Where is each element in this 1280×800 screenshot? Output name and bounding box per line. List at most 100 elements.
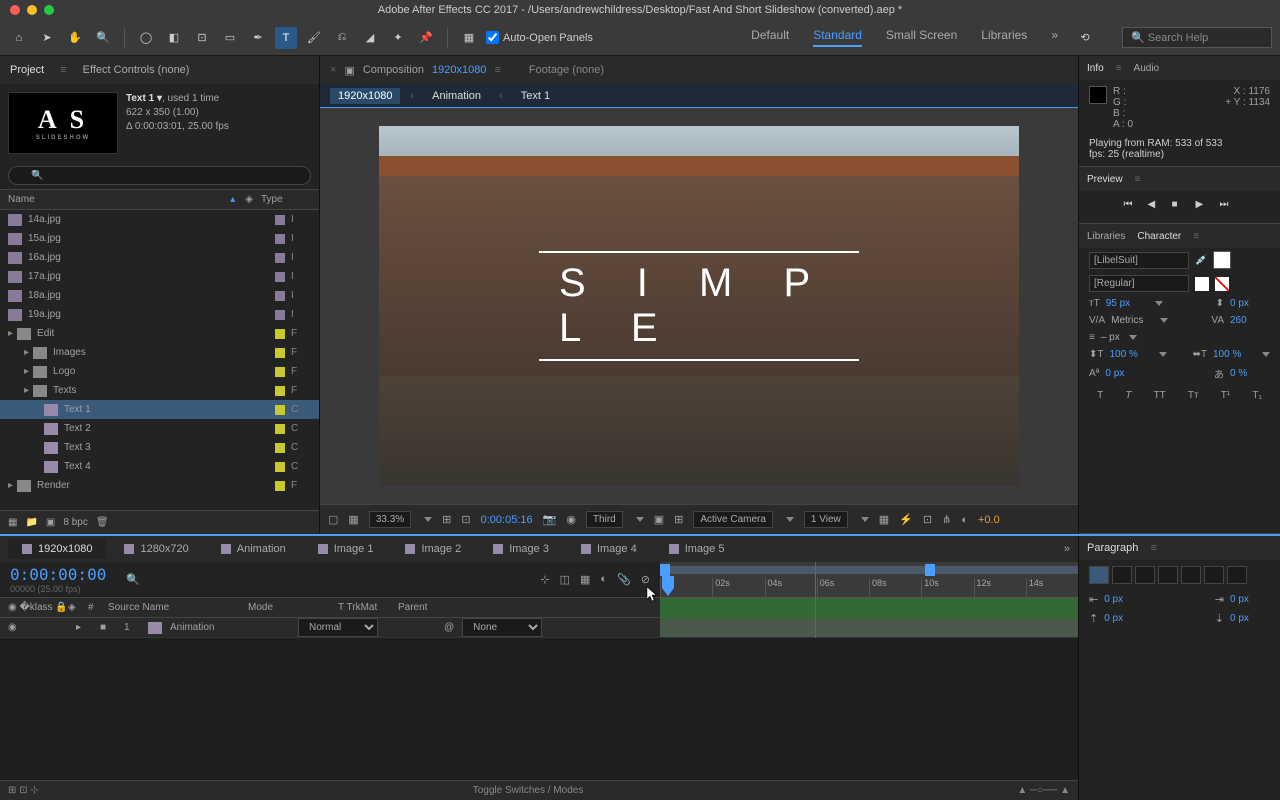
channels-icon[interactable]: ◉ [566,513,576,526]
layer-mode-select[interactable]: Normal [298,618,378,637]
play-icon[interactable]: ■ [1172,199,1188,215]
guides-icon[interactable]: ⊡ [461,513,470,526]
timeline-tab-Image-5[interactable]: Image 5 [655,539,739,559]
home-icon[interactable]: ⌂ [8,27,30,49]
asset-18a-jpg[interactable]: 18a.jpgI [0,286,319,305]
col-label-header[interactable]: ◈ [245,194,253,205]
maximize-window-button[interactable] [44,5,54,15]
comp-mini-flowchart-icon[interactable]: ⊹ [540,573,549,586]
fill-color-swatch[interactable] [1213,251,1231,269]
parent-pickwhip-icon[interactable]: @ [444,622,454,633]
rect-tool[interactable]: ▭ [219,27,241,49]
prev-frame-icon[interactable]: ◀ [1148,199,1164,215]
col-name-header[interactable]: Name [8,194,230,205]
delete-icon[interactable]: 🗑 [96,517,109,528]
workspace-libraries[interactable]: Libraries [981,28,1027,47]
ruler-icon[interactable]: ⊞ [442,513,451,526]
justify-last-left-icon[interactable] [1158,566,1178,584]
bc-1920x1080[interactable]: 1920x1080 [330,88,400,104]
snap-icon[interactable]: ▦ [458,27,480,49]
eraser-tool[interactable]: ◢ [359,27,381,49]
brush-tool[interactable]: 🖌 [303,27,325,49]
asset-Images[interactable]: ▸ImagesF [0,343,319,362]
asset-17a-jpg[interactable]: 17a.jpgI [0,267,319,286]
tab-paragraph[interactable]: Paragraph [1087,542,1138,554]
footage-tab[interactable]: Footage (none) [529,64,604,76]
motion-blur-icon[interactable]: ◐ [600,573,607,586]
asset-Text-3[interactable]: Text 3C [0,438,319,457]
selection-tool[interactable]: ➤ [36,27,58,49]
timeline-tab-Image-2[interactable]: Image 2 [391,539,475,559]
tracking-input[interactable]: 260 [1230,315,1270,326]
font-family-select[interactable] [1089,252,1189,269]
first-frame-icon[interactable]: ⏮ [1124,199,1140,215]
project-search-input[interactable] [8,166,311,185]
comp-name-link[interactable]: 1920x1080 [432,64,486,76]
stroke-color-swatch[interactable] [1195,277,1209,291]
grid-icon[interactable]: ⊞ [674,513,683,526]
asset-14a-jpg[interactable]: 14a.jpgI [0,210,319,229]
pixel-aspect-icon[interactable]: ▦ [879,513,889,526]
subscript-icon[interactable]: T₁ [1252,390,1261,401]
bc-text1[interactable]: Text 1 [513,88,558,104]
clone-tool[interactable]: ⎌ [331,27,353,49]
align-right-icon[interactable] [1135,566,1155,584]
transparency-icon[interactable]: ▦ [348,513,358,526]
roi-icon[interactable]: ▣ [654,513,664,526]
tab-audio[interactable]: Audio [1134,63,1160,74]
composition-viewer[interactable]: S I M P L E [320,108,1078,504]
font-style-select[interactable] [1089,275,1189,292]
timeline-icon[interactable]: ⊡ [923,513,932,526]
asset-list[interactable]: 14a.jpgI15a.jpgI16a.jpgI17a.jpgI18a.jpgI… [0,210,319,510]
workspace-overflow-icon[interactable]: » [1051,28,1058,47]
tab-preview[interactable]: Preview [1087,174,1123,185]
anchor-tool[interactable]: ⊡ [191,27,213,49]
pen-tool[interactable]: ✒ [247,27,269,49]
asset-16a-jpg[interactable]: 16a.jpgI [0,248,319,267]
no-color-icon[interactable] [1215,277,1229,291]
vscale-input[interactable]: 100 % [1110,349,1150,360]
search-help-input[interactable]: 🔍 Search Help [1122,27,1272,48]
orbit-tool[interactable]: ◯ [135,27,157,49]
flowchart-icon[interactable]: ⋔ [942,513,951,526]
justify-all-icon[interactable] [1227,566,1247,584]
align-left-icon[interactable] [1089,566,1109,584]
timeline-tab-1280x720[interactable]: 1280x720 [110,539,202,559]
justify-last-right-icon[interactable] [1204,566,1224,584]
snapshot-icon[interactable]: 📷 [543,513,557,526]
roto-tool[interactable]: ✦ [387,27,409,49]
frame-blend-icon[interactable]: ▦ [580,573,590,586]
new-comp-icon[interactable]: ▣ [46,517,55,528]
kerning-select[interactable]: Metrics [1111,315,1151,326]
eyedropper-icon[interactable]: 💉 [1195,255,1207,266]
zoom-slider[interactable]: ▲ ─○── ▲ [1017,785,1078,796]
auto-open-checkbox[interactable]: Auto-Open Panels [486,31,593,44]
baseline-input[interactable]: 0 px [1105,368,1145,379]
asset-Texts[interactable]: ▸TextsF [0,381,319,400]
asset-Logo[interactable]: ▸LogoF [0,362,319,381]
workspace-default[interactable]: Default [751,28,789,47]
asset-Text-2[interactable]: Text 2C [0,419,319,438]
smallcaps-icon[interactable]: Tт [1188,390,1199,401]
layer-row-1[interactable]: ◉ ▸ ■ 1 Animation Normal @ None [0,618,660,638]
asset-Text-1[interactable]: Text 1C [0,400,319,419]
timeline-tab-Image-1[interactable]: Image 1 [304,539,388,559]
col-type-header[interactable]: Type [261,194,311,205]
resolution-select[interactable]: Third [586,511,623,528]
zoom-select[interactable]: 33.3% [369,511,411,528]
next-frame-icon[interactable]: ▶ [1196,199,1212,215]
hand-tool[interactable]: ✋ [64,27,86,49]
work-area-end[interactable] [925,564,935,576]
minimize-window-button[interactable] [27,5,37,15]
workspace-small-screen[interactable]: Small Screen [886,28,957,47]
asset-Edit[interactable]: ▸EditF [0,324,319,343]
time-ruler[interactable]: 0s02s04s06s08s10s12s14s [660,578,1078,598]
asset-Render[interactable]: ▸RenderF [0,476,319,495]
bpc-button[interactable]: 8 bpc [63,517,87,528]
reset-exposure-icon[interactable]: ◐ [961,514,968,526]
layer-switches-icon[interactable]: ⊞ ⊡ ⊹ [0,785,39,796]
mask-icon[interactable]: ▢ [328,513,338,526]
bc-animation[interactable]: Animation [424,88,489,104]
interpret-icon[interactable]: ▦ [8,517,17,528]
timeline-tab-Image-3[interactable]: Image 3 [479,539,563,559]
